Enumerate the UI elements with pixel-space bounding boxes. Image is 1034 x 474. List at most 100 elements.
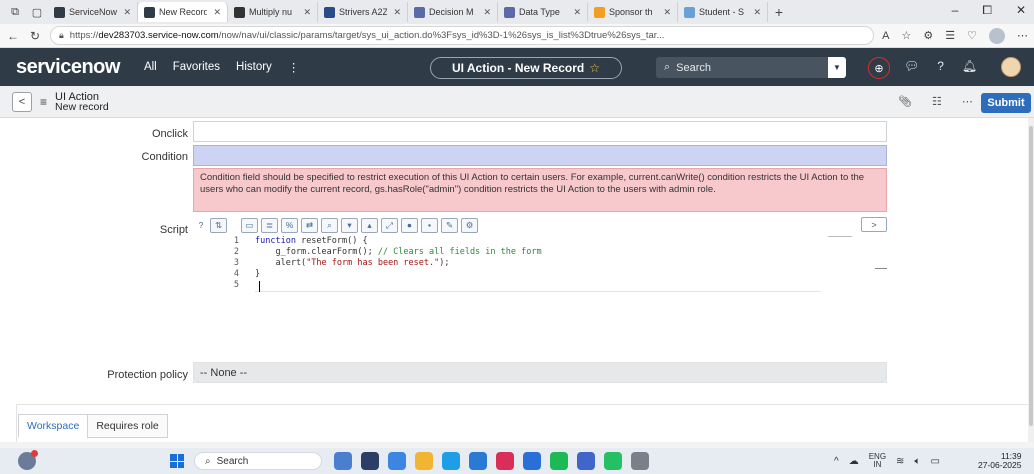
browser-tab[interactable]: Multiply nu ✕ xyxy=(228,2,318,22)
close-tab-icon[interactable]: ✕ xyxy=(663,7,671,18)
global-search-input[interactable]: ⌕ Search xyxy=(656,57,844,78)
menu-all[interactable]: All xyxy=(144,61,157,73)
battery-icon[interactable]: ▭ xyxy=(930,456,939,467)
browser-tab[interactable]: Decision M ✕ xyxy=(408,2,498,22)
browser-tab[interactable]: New Record ✕ xyxy=(138,2,228,22)
browser-tab[interactable]: ServiceNow ✕ xyxy=(48,2,138,22)
mail-app-icon[interactable] xyxy=(469,452,487,470)
toggle-syntax-icon[interactable]: ⇅ xyxy=(210,217,227,233)
tab-workspace[interactable]: Workspace xyxy=(18,414,89,438)
scripting-assist-icon[interactable]: ✎ xyxy=(441,217,458,233)
submit-button[interactable]: Submit xyxy=(981,93,1031,113)
condition-field[interactable] xyxy=(193,145,887,166)
form-back-button[interactable]: < xyxy=(12,91,32,112)
record-title-pill[interactable]: UI Action - New Record ☆ xyxy=(430,57,622,79)
protection-policy-select[interactable]: -- None -- xyxy=(193,362,887,383)
close-tab-icon[interactable]: ✕ xyxy=(213,7,221,18)
menu-favorites[interactable]: Favorites xyxy=(173,61,220,73)
search-scope-dropdown[interactable]: ▼ xyxy=(828,57,846,78)
workspaces-icon[interactable]: ⧉ xyxy=(4,2,26,22)
windows-start-icon[interactable] xyxy=(170,454,184,468)
tab-label: Sponsor th xyxy=(609,7,653,17)
store-app-icon[interactable] xyxy=(496,452,514,470)
tab-actions-icon[interactable]: ▢ xyxy=(26,2,48,22)
fullscreen-icon[interactable]: ⤢ xyxy=(381,217,398,233)
close-tab-icon[interactable]: ✕ xyxy=(303,7,311,18)
profile-avatar[interactable] xyxy=(989,27,1005,44)
refresh-icon[interactable]: ↻ xyxy=(28,29,42,43)
pinned-apps xyxy=(334,452,649,470)
search-code-icon[interactable]: ⌕ xyxy=(321,217,338,233)
page-scrollbar[interactable] xyxy=(1028,118,1034,442)
browser-tab[interactable]: Data Type ✕ xyxy=(498,2,588,22)
close-tab-icon[interactable]: ✕ xyxy=(753,7,761,18)
edge-browser-icon[interactable] xyxy=(388,452,406,470)
url-input[interactable]: 🔒︎ https://dev283703.service-now.com/now… xyxy=(50,26,875,45)
onclick-field[interactable] xyxy=(193,121,887,142)
settings-icon[interactable]: ⚙ xyxy=(461,217,478,233)
servicenow-logo[interactable]: servicenow xyxy=(16,56,120,79)
settings-sliders-icon[interactable]: ☷ xyxy=(932,95,942,108)
taskbar-search-input[interactable]: ⌕ Search xyxy=(194,452,322,470)
tab-requires-role[interactable]: Requires role xyxy=(87,414,168,438)
close-tab-icon[interactable]: ✕ xyxy=(123,7,131,18)
browser-tab[interactable]: Strivers A2Z ✕ xyxy=(318,2,408,22)
help-circle-icon[interactable]: ? xyxy=(195,218,207,233)
widgets-app-icon[interactable] xyxy=(334,452,352,470)
chat-icon[interactable]: 💬︎ xyxy=(904,59,919,73)
back-arrow-icon[interactable]: ← xyxy=(6,29,20,43)
more-icon[interactable]: ⋯ xyxy=(1017,29,1028,42)
script-debugger-icon[interactable]: ● xyxy=(401,217,418,233)
settings-app-icon[interactable] xyxy=(631,452,649,470)
taskbar-clock[interactable]: 11:39 27-06-2025 xyxy=(978,452,1021,470)
show-hidden-icons-icon[interactable]: ^ xyxy=(834,456,839,467)
comment-icon[interactable]: ▭ xyxy=(241,217,258,233)
menu-history[interactable]: History xyxy=(236,61,272,73)
tab-label: New Record xyxy=(159,7,208,17)
close-tab-icon[interactable]: ✕ xyxy=(393,7,401,18)
task-view-icon[interactable] xyxy=(361,452,379,470)
help-icon[interactable]: ? xyxy=(937,59,944,73)
notification-bell-icon[interactable]: 🔔︎ xyxy=(962,59,977,73)
close-tab-icon[interactable]: ✕ xyxy=(573,7,581,18)
script-editor[interactable]: 1 2 3 4 5 function resetForm() { g_form.… xyxy=(223,236,823,298)
toggle-comment-icon[interactable]: % xyxy=(281,217,298,233)
close-window-icon[interactable]: ✕ xyxy=(1016,3,1026,18)
wifi-icon[interactable]: ≋ xyxy=(896,456,904,467)
file-explorer-icon[interactable] xyxy=(415,452,433,470)
menu-more[interactable]: ⋮ xyxy=(288,60,300,74)
collections-icon[interactable]: ♡ xyxy=(967,29,977,42)
attachment-icon[interactable]: 📎︎ xyxy=(898,95,912,108)
format-code-icon[interactable]: ≣ xyxy=(261,217,278,233)
read-aloud-icon[interactable]: A xyxy=(882,30,889,42)
code-line: g_form.clearForm(); // Clears all fields… xyxy=(255,247,821,258)
find-prev-icon[interactable]: ▴ xyxy=(361,217,378,233)
save-icon[interactable]: ▪ xyxy=(421,217,438,233)
favorite-star-icon[interactable]: ☆ xyxy=(902,29,912,42)
more-actions-icon[interactable]: ⋯ xyxy=(962,95,973,108)
user-avatar[interactable] xyxy=(1001,57,1021,77)
restore-icon[interactable]: ⧠ xyxy=(982,3,992,18)
browser-tab[interactable]: Sponsor th ✕ xyxy=(588,2,678,22)
find-next-icon[interactable]: ▾ xyxy=(341,217,358,233)
language-indicator[interactable]: ENG IN xyxy=(869,453,886,469)
volume-icon[interactable]: 🔈︎ xyxy=(914,456,920,467)
spotify-app-icon[interactable] xyxy=(550,452,568,470)
browser-tab[interactable]: Student - S ✕ xyxy=(678,2,768,22)
hamburger-menu-icon[interactable]: ≡ xyxy=(40,95,47,109)
notes-app-icon[interactable] xyxy=(577,452,595,470)
close-tab-icon[interactable]: ✕ xyxy=(483,7,491,18)
edge-app-icon[interactable] xyxy=(442,452,460,470)
minimize-icon[interactable]: – xyxy=(952,3,959,18)
globe-icon[interactable]: ⊕ xyxy=(868,57,890,79)
star-icon[interactable]: ☆ xyxy=(589,61,600,75)
chrome-app-icon[interactable] xyxy=(523,452,541,470)
expand-toolbar-icon[interactable]: > xyxy=(861,217,887,232)
favorites-list-icon[interactable]: ☰ xyxy=(945,29,955,42)
new-tab-button[interactable]: + xyxy=(768,4,790,20)
weather-widget-icon[interactable] xyxy=(18,450,38,470)
whatsapp-app-icon[interactable] xyxy=(604,452,622,470)
replace-icon[interactable]: ⇄ xyxy=(301,217,318,233)
extensions-icon[interactable]: ⚙ xyxy=(923,29,933,42)
cloud-icon[interactable]: ☁ xyxy=(849,456,859,467)
